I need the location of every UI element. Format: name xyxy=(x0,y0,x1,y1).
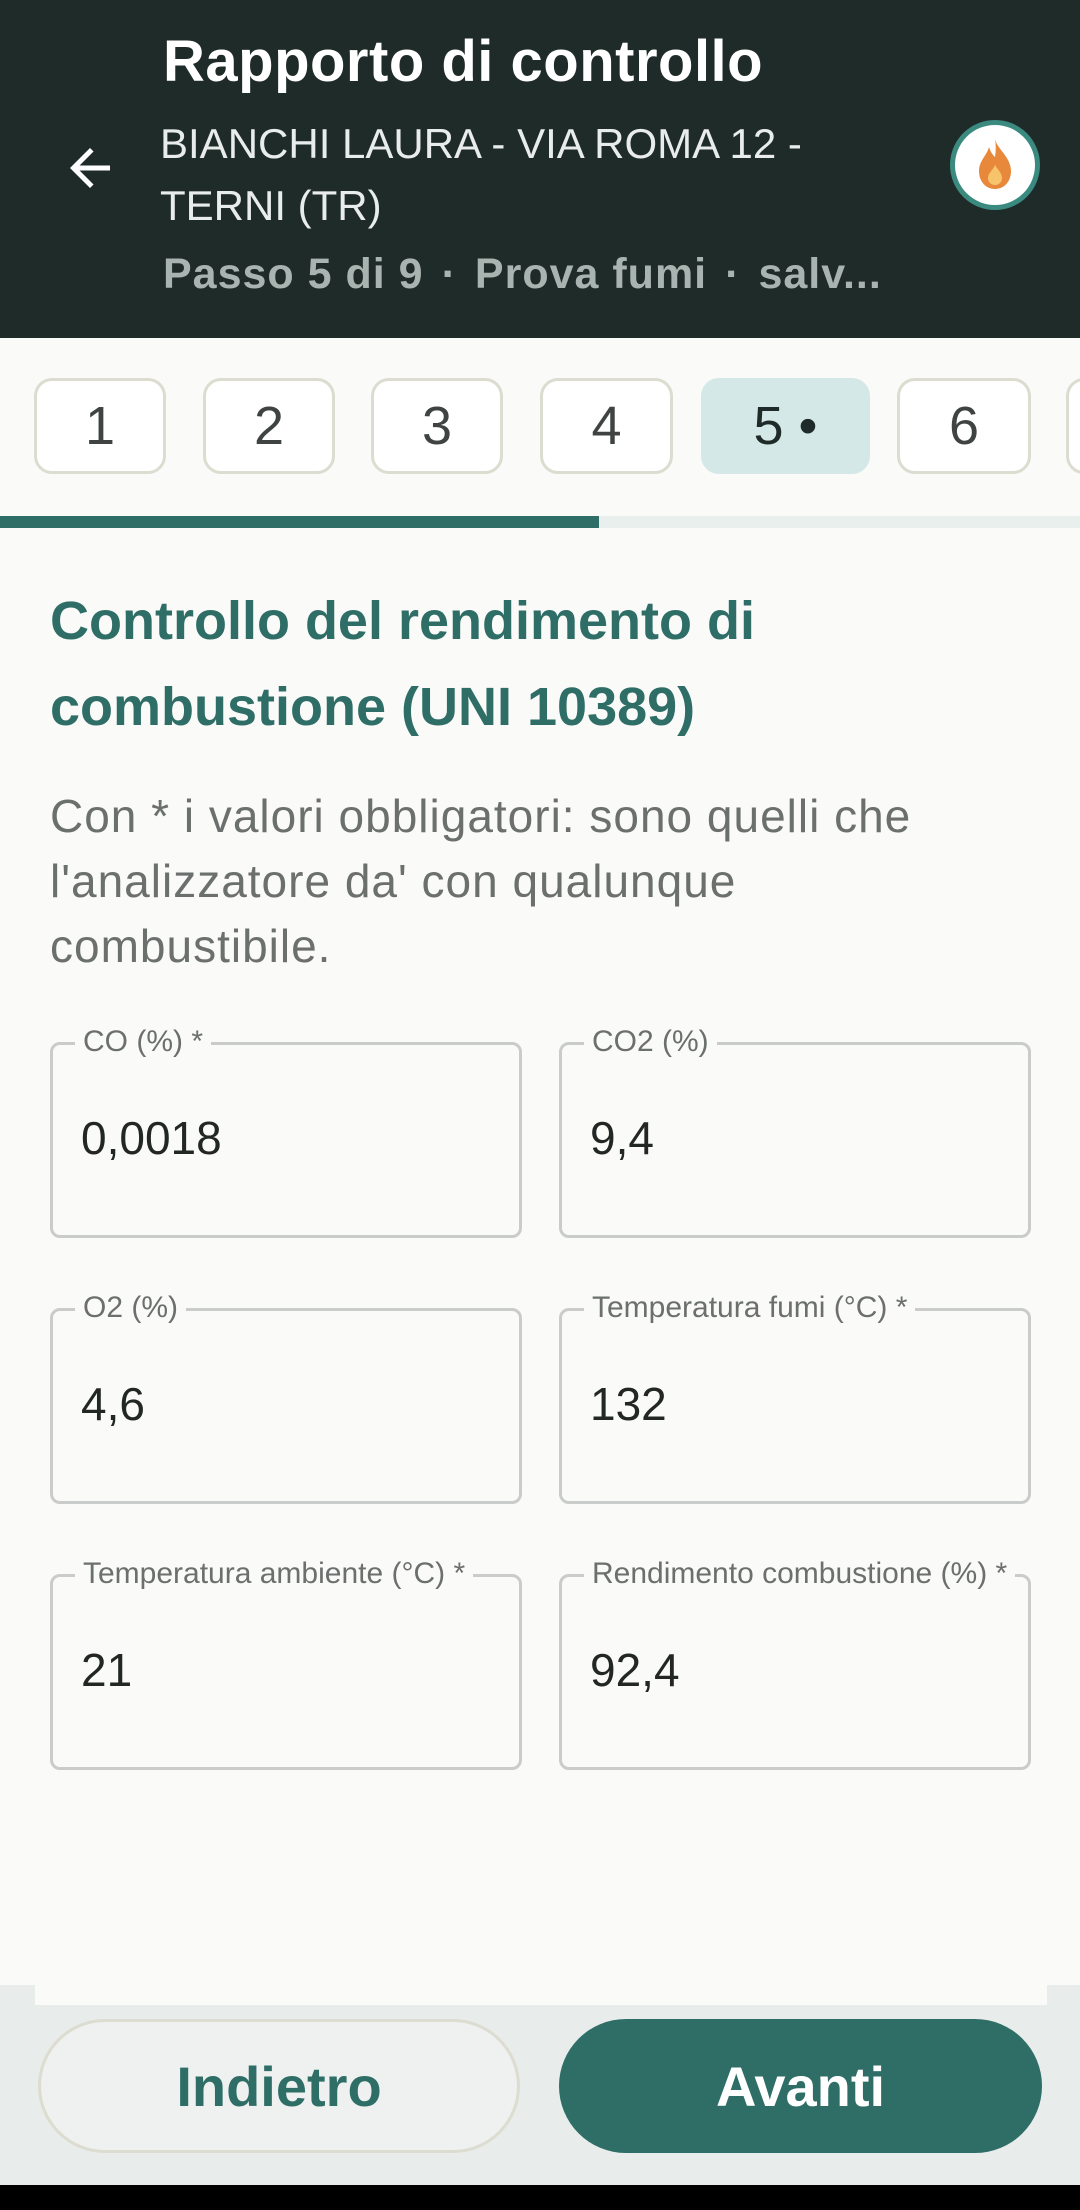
step-tabs: 1 2 3 4 5 • 6 xyxy=(0,338,1080,516)
step-tab-2[interactable]: 2 xyxy=(203,378,335,474)
fuel-badge[interactable] xyxy=(950,120,1040,210)
co-input[interactable] xyxy=(81,1103,491,1173)
meta-separator: · xyxy=(725,250,741,298)
page-title: Rapporto di controllo xyxy=(163,29,764,94)
back-button[interactable] xyxy=(50,128,130,208)
flame-icon xyxy=(979,139,1011,189)
flue-temperature-field[interactable]: Temperatura fumi (°C) * xyxy=(559,1291,1031,1504)
app-header: Rapporto di controllo BIANCHI LAURA - VI… xyxy=(0,0,1080,338)
customer-address: BIANCHI LAURA - VIA ROMA 12 - TERNI (TR) xyxy=(160,120,802,229)
save-status: salv... xyxy=(758,250,882,298)
co-field[interactable]: CO (%) * xyxy=(50,1025,522,1238)
meta-separator: · xyxy=(441,250,457,298)
co2-input[interactable] xyxy=(590,1103,1000,1173)
o2-label: O2 (%) xyxy=(75,1291,187,1325)
combustion-efficiency-field[interactable]: Rendimento combustione (%) * xyxy=(559,1557,1031,1770)
step-tab-1[interactable]: 1 xyxy=(34,378,166,474)
ambient-temperature-input[interactable] xyxy=(81,1635,491,1705)
system-nav-bar xyxy=(0,2185,1080,2210)
step-counter: Passo 5 di 9 xyxy=(163,250,424,298)
content-edge xyxy=(35,1985,1047,2005)
o2-input[interactable] xyxy=(81,1369,491,1439)
o2-field[interactable]: O2 (%) xyxy=(50,1291,522,1504)
flue-temperature-label: Temperatura fumi (°C) * xyxy=(584,1291,916,1325)
step-meta: Passo 5 di 9 · Prova fumi · salv... xyxy=(163,250,923,299)
progress-fill xyxy=(0,516,600,528)
arrow-left-icon xyxy=(70,148,110,188)
progress-bar xyxy=(0,516,1080,528)
ambient-temperature-field[interactable]: Temperatura ambiente (°C) * xyxy=(50,1557,522,1770)
flue-temperature-input[interactable] xyxy=(590,1369,1000,1439)
combustion-efficiency-input[interactable] xyxy=(590,1635,1000,1705)
step-tab-7[interactable] xyxy=(1066,378,1080,474)
section-description: Con * i valori obbligatori: sono quelli … xyxy=(50,790,912,972)
section-title: Controllo del rendimento di combustione … xyxy=(50,591,755,737)
next-step-button[interactable]: Avanti xyxy=(559,2019,1042,2153)
combustion-efficiency-label: Rendimento combustione (%) * xyxy=(584,1557,1016,1591)
step-name: Prova fumi xyxy=(474,250,708,298)
co-label: CO (%) * xyxy=(75,1025,211,1059)
step-tab-3[interactable]: 3 xyxy=(371,378,503,474)
step-tab-4[interactable]: 4 xyxy=(540,378,673,474)
ambient-temperature-label: Temperatura ambiente (°C) * xyxy=(75,1557,474,1591)
step-tab-5[interactable]: 5 • xyxy=(701,378,870,474)
co2-field[interactable]: CO2 (%) xyxy=(559,1025,1031,1238)
co2-label: CO2 (%) xyxy=(584,1025,717,1059)
back-step-button[interactable]: Indietro xyxy=(38,2019,520,2153)
step-tab-6[interactable]: 6 xyxy=(897,378,1031,474)
